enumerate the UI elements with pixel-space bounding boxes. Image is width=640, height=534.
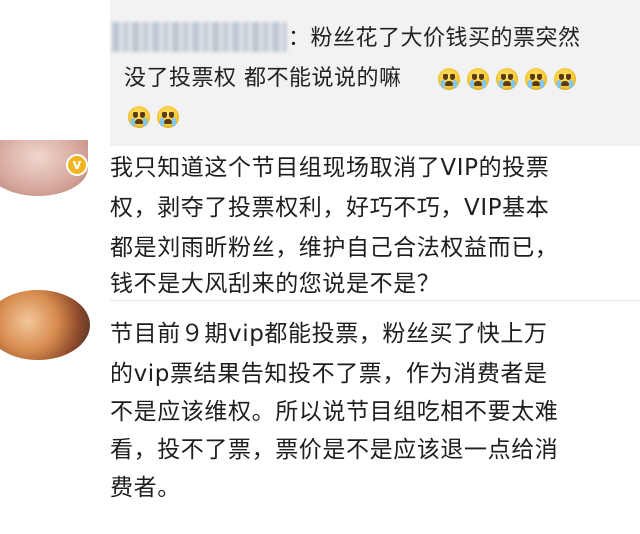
comment-1-line-1: 我只知道这个节目组现场取消了VIP的投票 [110,155,550,181]
comment-1-line-3: 都是刘雨昕粉丝，维护自己合法权益而已， [110,235,559,261]
crying-face-icon [157,106,179,128]
verified-badge-icon: v [66,154,88,176]
comment-1-line-2: 权，剥夺了投票权利，好巧不巧，VIP基本 [110,195,550,221]
crying-face-icon [496,68,518,90]
comment-2-line-1: 节目前９期vip都能投票，粉丝买了快上万 [110,321,548,347]
comment-2-line-3: 不是应该维权。所以说节目组吃相不要太难 [110,399,559,425]
emoji-row-1 [438,68,576,90]
comment-2-line-5: 费者。 [110,475,181,501]
comment-2-line-2: 的vip票结果告知投不了票，作为消费者是 [110,361,548,387]
comment-2-line-4: 看，投不了票，票价是不是应该退一点给消 [110,437,559,463]
quoted-comment-line-1: ：粉丝花了大价钱买的票突然 [288,26,581,51]
comment-1-line-4: 钱不是大风刮来的您说是不是？ [110,271,441,297]
crying-face-icon [554,68,576,90]
avatar[interactable] [0,290,90,360]
crying-face-icon [525,68,547,90]
divider [110,300,640,301]
quoted-comment-line-2: 没了投票权 都不能说说的嘛 [124,66,402,91]
crying-face-icon [438,68,460,90]
crying-face-icon [467,68,489,90]
redacted-username [112,22,287,52]
crying-face-icon [128,106,150,128]
emoji-row-2 [128,106,179,128]
